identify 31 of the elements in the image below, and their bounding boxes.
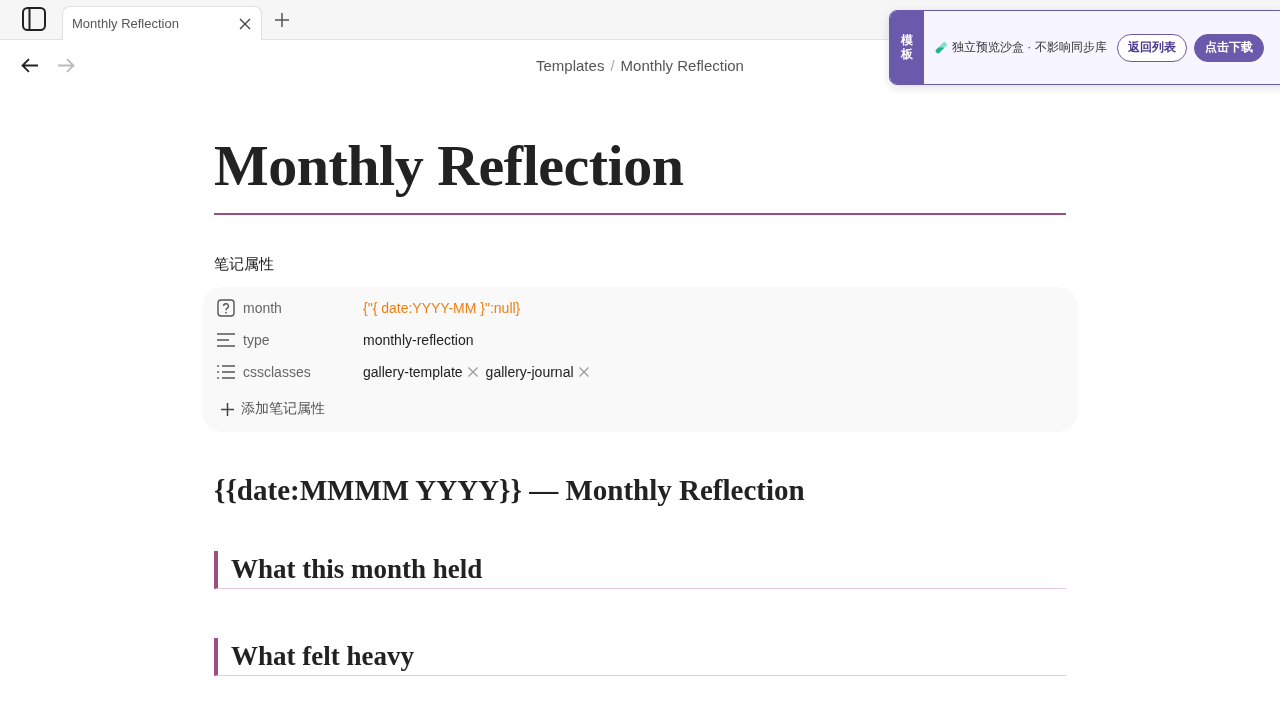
back-arrow-icon[interactable] [21,57,39,73]
property-value-field[interactable]: monthly-reflection [363,332,474,348]
download-button[interactable]: 点击下载 [1193,33,1264,62]
property-key[interactable]: cssclasses [243,364,311,380]
back-to-list-button[interactable]: 返回列表 [1116,33,1187,62]
properties-heading: 笔记属性 [214,254,275,274]
note-title: Monthly Reflection [214,132,1066,215]
tag-pill[interactable]: gallery-journal [485,364,589,380]
close-icon[interactable] [239,17,251,30]
breadcrumb-link[interactable]: Templates [536,56,605,74]
sandbox-notice: 独立预览沙盒 · 不影响同步库 [952,39,1107,56]
remove-icon[interactable] [467,367,478,377]
tag-pill[interactable]: gallery-template [363,364,478,380]
breadcrumb-separator: / [610,56,615,74]
tab[interactable]: Monthly Reflection [62,6,262,40]
remove-icon[interactable] [578,367,589,377]
section-heading: What felt heavy [214,638,1066,676]
list-icon[interactable] [217,365,235,379]
heading: {{date:MMMM YYYY}} — Monthly Reflection [214,473,806,508]
template-tag: 模板 [890,11,924,84]
test-tube-icon [935,41,948,54]
question-file-icon[interactable] [217,299,235,317]
plus-icon[interactable] [275,13,289,27]
add-property-button[interactable]: 添加笔记属性 [221,396,325,422]
sidebar-toggle-icon[interactable] [22,7,46,31]
section-heading: What this month held [214,551,1066,589]
property-key[interactable]: month [243,300,282,316]
text-lines-icon[interactable] [217,333,235,347]
plus-icon [221,402,234,416]
breadcrumb-current: Monthly Reflection [620,56,744,74]
property-key[interactable]: type [243,332,270,348]
